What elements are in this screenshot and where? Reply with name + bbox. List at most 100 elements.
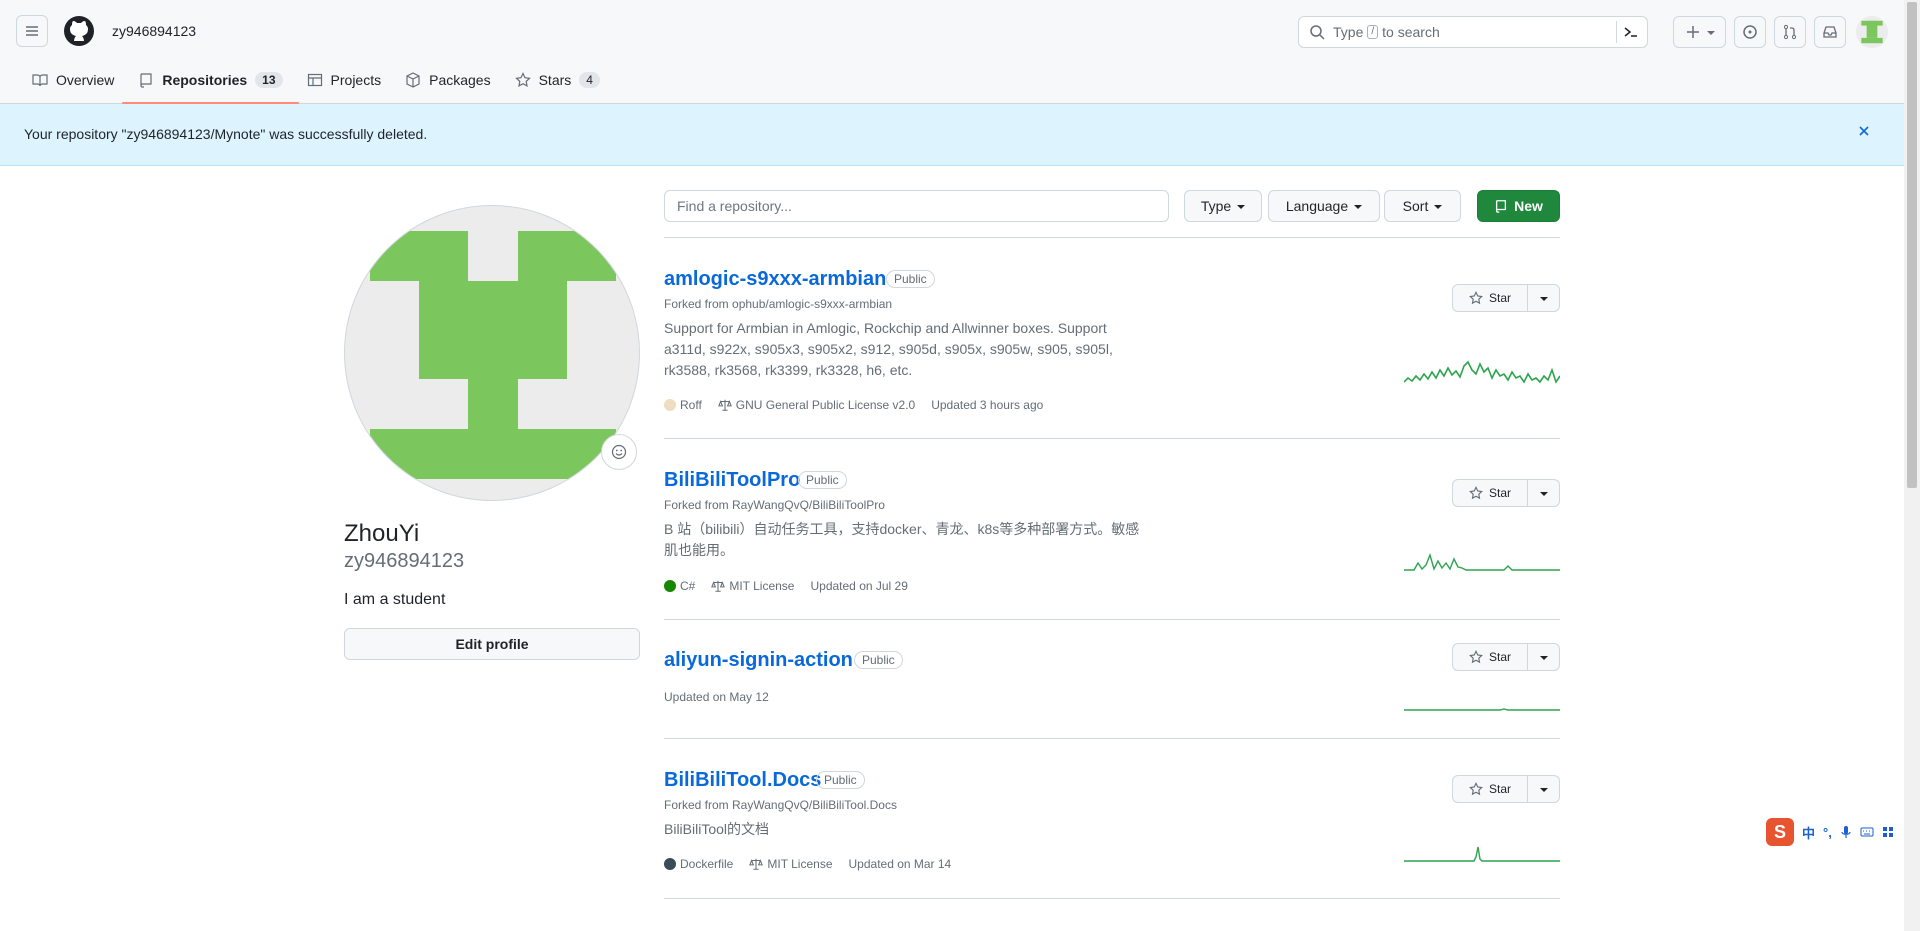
law-icon	[717, 399, 732, 411]
search-divider	[1616, 21, 1617, 43]
keyboard-icon[interactable]	[1860, 826, 1874, 838]
repo-license: MIT License	[749, 857, 833, 871]
repo-meta: Roff GNU General Public License v2.0 Upd…	[664, 398, 1043, 412]
create-new-button[interactable]	[1673, 16, 1726, 48]
repo-list-item: BiliBiliToolPro Public Forked from RayWa…	[664, 439, 1560, 620]
repo-meta: Updated on May 12	[664, 690, 769, 704]
star-list-dropdown[interactable]	[1528, 284, 1560, 312]
star-button-group: Star	[1452, 775, 1560, 803]
tab-repositories[interactable]: Repositories 13	[122, 64, 299, 104]
sort-filter-label: Sort	[1402, 198, 1429, 214]
inbox-icon	[1823, 26, 1837, 38]
issues-button[interactable]	[1734, 16, 1766, 48]
sogou-logo-icon: S	[1766, 818, 1794, 846]
star-icon	[514, 72, 531, 88]
search-prefix: Type	[1333, 24, 1364, 40]
user-avatar-small[interactable]	[1856, 16, 1888, 48]
microphone-icon[interactable]	[1840, 825, 1852, 839]
visibility-badge: Public	[816, 771, 865, 789]
type-filter-button[interactable]: Type	[1184, 190, 1262, 222]
edit-profile-button[interactable]: Edit profile	[344, 628, 640, 660]
star-list-dropdown[interactable]	[1528, 479, 1560, 507]
chevron-down-icon	[1706, 31, 1715, 35]
star-button-group: Star	[1452, 643, 1560, 671]
tab-label: Stars	[538, 72, 572, 88]
repo-name-link[interactable]: BiliBiliTool.Docs	[664, 769, 821, 792]
repo-name-link[interactable]: amlogic-s9xxx-armbian	[664, 268, 886, 291]
scrollbar-thumb[interactable]	[1907, 2, 1917, 488]
page-scrollbar[interactable]	[1904, 0, 1920, 931]
star-icon	[1469, 291, 1483, 305]
tab-packages[interactable]: Packages	[397, 64, 498, 96]
repo-count-badge: 13	[255, 72, 283, 88]
profile-login: zy946894123	[344, 550, 465, 572]
type-filter-label: Type	[1200, 198, 1232, 214]
star-button-group: Star	[1452, 479, 1560, 507]
ime-toolbar[interactable]: S 中 °,	[1766, 816, 1920, 848]
repo-icon	[140, 73, 152, 88]
app-header: zy946894123 Type / to search Overview Re…	[0, 0, 1904, 104]
repo-license: GNU General Public License v2.0	[717, 398, 915, 412]
ime-mode-label[interactable]: 中	[1802, 823, 1815, 842]
inbox-button[interactable]	[1814, 16, 1846, 48]
tab-label: Projects	[330, 72, 382, 88]
activity-sparkline	[1404, 708, 1560, 711]
star-button[interactable]: Star	[1452, 775, 1528, 803]
chevron-down-icon	[1539, 297, 1548, 301]
new-repository-button[interactable]: New	[1477, 190, 1560, 222]
star-list-dropdown[interactable]	[1528, 775, 1560, 803]
repo-license: MIT License	[711, 579, 794, 593]
global-search-input[interactable]: Type / to search	[1298, 16, 1648, 48]
profile-fullname: ZhouYi	[344, 520, 420, 547]
chevron-down-icon	[1539, 492, 1548, 496]
language-color-dot	[664, 580, 676, 592]
set-status-button[interactable]	[601, 434, 637, 470]
chevron-down-icon	[1434, 205, 1443, 209]
identicon-icon	[1861, 20, 1883, 44]
repo-name-link[interactable]: BiliBiliToolPro	[664, 469, 800, 492]
menu-button[interactable]	[16, 15, 48, 47]
activity-sparkline	[1404, 552, 1560, 571]
ime-punct-label[interactable]: °,	[1823, 825, 1832, 840]
sort-filter-button[interactable]: Sort	[1384, 190, 1461, 222]
star-list-dropdown[interactable]	[1528, 643, 1560, 671]
pull-request-icon	[1783, 24, 1797, 40]
repo-list-item: BiliBiliTool.Docs Public Forked from Ray…	[664, 739, 1560, 899]
star-button[interactable]: Star	[1452, 284, 1528, 312]
repo-meta: C# MIT License Updated on Jul 29	[664, 579, 908, 593]
smiley-icon	[611, 444, 627, 460]
star-button[interactable]: Star	[1452, 479, 1528, 507]
tab-label: Packages	[429, 72, 491, 88]
pull-requests-button[interactable]	[1774, 16, 1806, 48]
star-label: Star	[1488, 650, 1511, 664]
tab-overview[interactable]: Overview	[24, 64, 122, 96]
star-button[interactable]: Star	[1452, 643, 1528, 671]
fork-source[interactable]: Forked from ophub/amlogic-s9xxx-armbian	[664, 297, 892, 311]
repo-icon	[1496, 200, 1507, 213]
flash-notice: Your repository "zy946894123/Mynote" was…	[0, 104, 1904, 166]
star-label: Star	[1488, 782, 1511, 796]
command-palette-icon[interactable]	[1623, 24, 1639, 40]
github-logo-icon[interactable]	[63, 15, 95, 47]
header-username[interactable]: zy946894123	[112, 23, 196, 39]
tab-projects[interactable]: Projects	[299, 64, 390, 96]
profile-bio: I am a student	[344, 591, 446, 608]
fork-source[interactable]: Forked from RayWangQvQ/BiliBiliTool.Docs	[664, 798, 897, 812]
star-icon	[1469, 782, 1483, 796]
search-shortcut-key: /	[1367, 25, 1379, 39]
grid-menu-icon[interactable]	[1882, 826, 1894, 838]
law-icon	[749, 858, 764, 870]
tab-stars[interactable]: Stars 4	[507, 64, 608, 96]
star-icon	[1469, 486, 1483, 500]
repo-name-link[interactable]: aliyun-signin-action	[664, 649, 853, 672]
find-repository-input[interactable]: Find a repository...	[664, 190, 1169, 222]
close-icon[interactable]	[1856, 123, 1872, 139]
flash-message: Your repository "zy946894123/Mynote" was…	[24, 126, 428, 142]
activity-sparkline	[1404, 846, 1560, 862]
language-filter-button[interactable]: Language	[1268, 190, 1380, 222]
repo-description: B 站（bilibili）自动任务工具，支持docker、青龙、k8s等多种部署…	[664, 521, 1140, 558]
language-color-dot	[664, 858, 676, 870]
repo-language: Roff	[664, 398, 702, 412]
fork-source[interactable]: Forked from RayWangQvQ/BiliBiliToolPro	[664, 498, 885, 512]
new-button-label: New	[1514, 198, 1543, 214]
